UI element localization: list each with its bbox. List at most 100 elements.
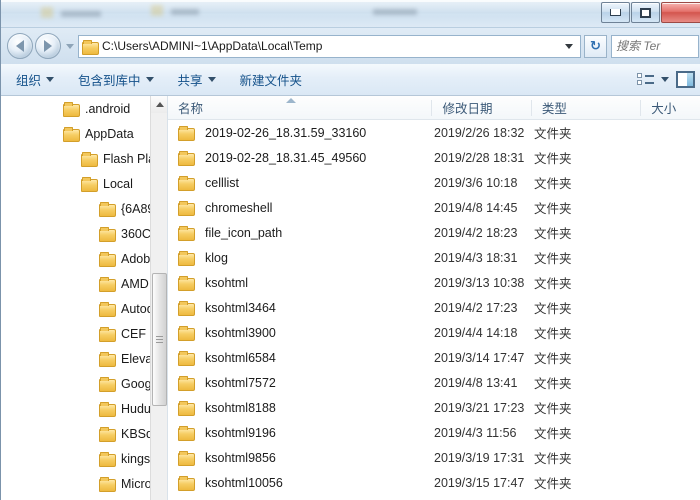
file-name-label: ksohtml9856 [205,450,276,465]
table-row[interactable]: ksohtml8188 2019/3/21 17:23 文件夹 [168,395,700,420]
table-row[interactable]: ksohtml3464 2019/4/2 17:23 文件夹 [168,295,700,320]
tree-item[interactable]: Adobe [1,246,167,271]
file-name-label: ksohtml10056 [205,475,283,490]
file-name-label: ksohtml9196 [205,425,276,440]
cell-date-modified: 2019/3/13 10:38 [434,275,525,290]
cell-type: 文件夹 [534,202,572,216]
tree-item[interactable]: 360Chr [1,221,167,246]
column-header-name[interactable]: 名称 [168,96,433,120]
cell-type: 文件夹 [534,127,572,141]
tree-item[interactable]: AMD [1,271,167,296]
minimize-button[interactable] [601,2,630,23]
explorer-window: C:\Users\ADMINI~1\AppData\Local\Temp ↻ 组… [0,0,700,500]
column-label-date: 修改日期 [442,102,493,116]
cell-date-modified: 2019/4/3 11:56 [434,425,517,440]
preview-pane-icon[interactable] [676,71,695,88]
cell-date-modified: 2019/2/26 18:32 [434,125,525,140]
cell-type: 文件夹 [534,227,572,241]
scroll-up-button[interactable] [151,96,167,113]
navpane-scrollbar-thumb[interactable] [152,273,167,406]
table-row[interactable]: ksohtml9856 2019/3/19 17:31 文件夹 [168,445,700,470]
tree-item[interactable]: Flash Pla [1,146,167,171]
table-row[interactable]: celllist 2019/3/6 10:18 文件夹 [168,170,700,195]
tree-item[interactable]: Mozilla [1,496,167,500]
cell-name: ksohtml6584 [168,350,434,366]
chevron-up-icon [155,102,164,107]
tree-item-label: Flash Pla [103,151,156,166]
chevron-down-icon [145,77,154,82]
tree-item[interactable]: Local [1,171,167,196]
column-header-size[interactable]: 大小 [641,96,700,120]
back-button[interactable] [7,33,33,59]
tree-item[interactable]: KBSda [1,421,167,446]
table-row[interactable]: ksohtml9196 2019/4/3 11:56 文件夹 [168,420,700,445]
window-controls [601,2,700,23]
cell-type: 文件夹 [534,402,572,416]
cell-date-modified: 2019/4/8 14:45 [434,200,518,215]
tree-item[interactable]: Micros [1,471,167,496]
column-header-date-modified[interactable]: 修改日期 [432,96,533,120]
table-row[interactable]: ksohtml101922019/3/29 17:17文件夹 [168,495,700,500]
table-row[interactable]: 2019-02-26_18.31.59_33160 2019/2/26 18:32… [168,120,700,145]
folder-icon [178,126,195,141]
table-row[interactable]: klog 2019/4/3 18:31 文件夹 [168,245,700,270]
file-name-label: ksohtml3464 [205,300,276,315]
search-box[interactable] [611,34,699,58]
tree-item[interactable]: {6A896 [1,196,167,221]
column-label-type: 类型 [541,102,567,116]
column-header-type[interactable]: 类型 [532,96,642,120]
table-row[interactable]: ksohtml3900 2019/4/4 14:18 文件夹 [168,320,700,345]
change-view-icon[interactable] [637,72,654,87]
view-chevron-down-icon[interactable] [661,77,669,82]
cell-type: 文件夹 [534,252,572,266]
chevron-down-icon [46,77,55,82]
forward-button[interactable] [35,33,61,59]
toolbar-item-new-folder[interactable]: 新建文件夹 [231,68,312,92]
toolbar-item-organize[interactable]: 组织 [7,68,63,92]
folder-icon [178,426,195,441]
tree-item[interactable]: Hudun [1,396,167,421]
address-chevron-down-icon[interactable] [565,43,573,49]
search-input[interactable] [616,39,694,53]
table-row[interactable]: ksohtml7572 2019/4/8 13:41 文件夹 [168,370,700,395]
tree-item[interactable]: kingso [1,446,167,471]
toolbar-item-share[interactable]: 共享 [169,68,225,92]
tree-item[interactable]: Autode [1,296,167,321]
refresh-button[interactable]: ↻ [584,34,607,58]
toolbar-label-include-in-library: 包含到库中 [78,74,141,88]
close-button[interactable] [661,2,700,23]
navpane-scrollbar[interactable] [150,96,167,500]
table-row[interactable]: ksohtml6584 2019/3/14 17:47 文件夹 [168,345,700,370]
folder-icon [178,226,195,241]
cell-type: 文件夹 [534,477,572,491]
recent-pages-chevron-down-icon[interactable] [66,43,74,49]
table-row[interactable]: file_icon_path 2019/4/2 18:23 文件夹 [168,220,700,245]
ghost-icon-2 [151,5,163,16]
address-bar[interactable]: C:\Users\ADMINI~1\AppData\Local\Temp [78,34,581,58]
tree-item[interactable]: CEF [1,321,167,346]
tree-item[interactable]: .android [1,96,167,121]
ghost-label-2 [171,9,199,15]
folder-icon [178,326,195,341]
cell-date-modified: 2019/4/8 13:41 [434,375,518,390]
titlebar-highlight [1,0,700,2]
table-row[interactable]: ksohtml10056 2019/3/15 17:47 文件夹 [168,470,700,495]
table-row[interactable]: chromeshell 2019/4/8 14:45 文件夹 [168,195,700,220]
maximize-button[interactable] [631,2,660,23]
folder-icon [178,151,195,166]
file-name-label: ksohtml6584 [205,350,276,365]
tree-item[interactable]: Elevate [1,346,167,371]
table-row[interactable]: ksohtml 2019/3/13 10:38 文件夹 [168,270,700,295]
toolbar-item-include-in-library[interactable]: 包含到库中 [69,68,163,92]
cell-name: chromeshell [168,201,434,216]
folder-icon [178,301,195,316]
ghost-label-3 [373,9,417,15]
tree-item[interactable]: Google [1,371,167,396]
table-row[interactable]: 2019-02-28_18.31.45_49560 2019/2/28 18:31… [168,145,700,170]
file-name-label: 2019-02-26_18.31.59_33160 [205,125,367,140]
window-titlebar[interactable] [1,0,700,28]
folder-icon [99,302,116,317]
tree-item[interactable]: AppData [1,121,167,146]
folder-icon [81,152,98,167]
cell-type: 文件夹 [534,327,572,341]
